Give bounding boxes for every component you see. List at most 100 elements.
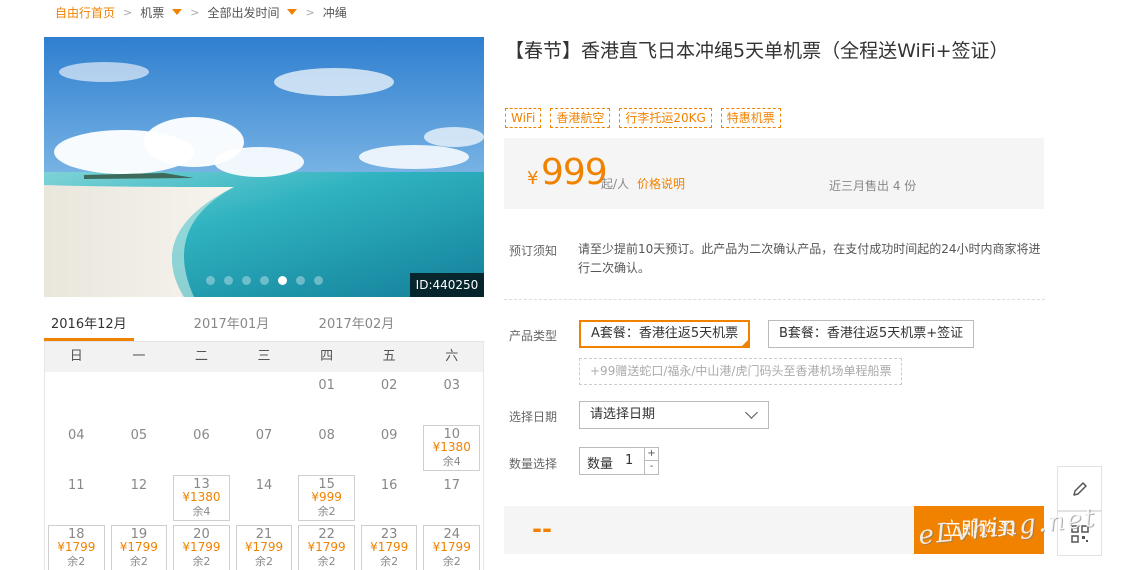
calendar-day: 06 — [170, 422, 233, 472]
calendar-day: 07 — [233, 422, 296, 472]
option-package-b[interactable]: B套餐：香港往返5天机票+签证 — [768, 320, 975, 348]
quantity-value[interactable]: 1 — [625, 453, 633, 468]
calendar-day — [45, 372, 108, 422]
currency-symbol: ¥ — [527, 168, 539, 189]
calendar-day: 02 — [358, 372, 421, 422]
day-remaining: 余2 — [129, 555, 148, 568]
calendar-day — [170, 372, 233, 422]
day-number: 01 — [318, 378, 335, 393]
weekday-label: 五 — [382, 349, 396, 364]
day-number: 06 — [193, 428, 210, 443]
quantity-stepper[interactable]: 数量 1 + - — [579, 447, 659, 475]
carousel-dot[interactable] — [205, 276, 215, 285]
breadcrumb-home-link[interactable]: 自由行首页 — [55, 4, 115, 21]
calendar-day-available[interactable]: 22 ¥1799 余2 — [295, 522, 358, 570]
day-remaining: 余2 — [380, 555, 399, 568]
tab-month-2016-12[interactable]: 2016年12月 — [44, 310, 134, 341]
weekday-header: 日 一 二 三 四 五 六 — [44, 342, 484, 372]
weekday-label: 二 — [194, 349, 208, 364]
tag-wifi: WiFi — [505, 108, 542, 128]
notice-label: 预订须知 — [509, 244, 558, 258]
calendar-day-available[interactable]: 18 ¥1799 余2 — [45, 522, 108, 570]
date-select-value: 请选择日期 — [590, 407, 656, 422]
carousel-dot[interactable] — [241, 276, 251, 285]
product-type-label: 产品类型 — [509, 329, 558, 343]
breadcrumb-separator-icon: > — [190, 5, 200, 19]
product-id-badge: ID:440250 — [410, 273, 484, 297]
price-box: ¥ 999 起/人 价格说明 近三月售出 4 份 — [504, 138, 1044, 209]
carousel-dot[interactable] — [295, 276, 305, 285]
day-number: 17 — [443, 478, 461, 493]
day-number: 14 — [255, 478, 273, 493]
calendar-day-available[interactable]: 19 ¥1799 余2 — [108, 522, 171, 570]
calendar-day: 05 — [108, 422, 171, 472]
calendar-day: 12 — [108, 472, 171, 522]
option-ferry-addon[interactable]: +99赠送蛇口/福永/中山港/虎门码头至香港机场单程船票 — [579, 358, 903, 385]
day-number: 09 — [380, 428, 398, 443]
weekday-label: 六 — [445, 349, 459, 364]
hero-image-carousel[interactable]: ID:440250 — [44, 37, 484, 297]
option-package-a[interactable]: A套餐：香港往返5天机票 — [579, 320, 751, 348]
month-tabs: 2016年12月 2017年01月 2017年02月 — [44, 310, 484, 342]
breadcrumb-item-flights[interactable]: 机票 — [140, 4, 164, 21]
weekday-label: 四 — [320, 349, 334, 364]
calendar-week-row: 01 02 03 — [45, 372, 483, 422]
day-price: ¥1380 — [182, 490, 221, 504]
day-number: 02 — [380, 378, 398, 393]
price-value: 999 — [541, 152, 608, 193]
breadcrumb-item-okinawa: 冲绳 — [322, 5, 347, 20]
breadcrumb: 自由行首页 > 机票 > 全部出发时间 > 冲绳 — [55, 4, 347, 20]
calendar-day: 16 — [358, 472, 421, 522]
carousel-dot[interactable] — [259, 276, 269, 285]
price-calendar: 2016年12月 2017年01月 2017年02月 日 一 二 三 四 五 六… — [44, 310, 484, 570]
quantity-decrease-button[interactable]: - — [644, 461, 658, 474]
total-price: -- — [532, 515, 552, 543]
day-number: 04 — [68, 428, 85, 443]
calendar-day-available[interactable]: 15 ¥999 余2 — [295, 472, 358, 522]
weekday-label: 三 — [257, 349, 271, 364]
day-remaining: 余2 — [192, 555, 211, 568]
carousel-dot[interactable] — [277, 276, 287, 285]
chevron-down-icon — [745, 406, 758, 419]
calendar-day-available[interactable]: 21 ¥1799 余2 — [233, 522, 296, 570]
day-number: 08 — [318, 428, 335, 443]
calendar-day: 11 — [45, 472, 108, 522]
caret-down-icon[interactable] — [172, 9, 183, 15]
price-explain-link[interactable]: 价格说明 — [637, 175, 685, 192]
beach-photo — [44, 37, 484, 297]
breadcrumb-item-departure-time[interactable]: 全部出发时间 — [207, 4, 279, 21]
day-price: ¥1799 — [370, 540, 409, 554]
date-label: 选择日期 — [509, 410, 558, 424]
day-number: 05 — [130, 428, 148, 443]
day-remaining: 余2 — [255, 555, 274, 568]
breadcrumb-separator-icon: > — [305, 5, 315, 19]
caret-down-icon[interactable] — [287, 9, 298, 15]
day-price: ¥1799 — [307, 540, 346, 554]
tab-month-2017-01[interactable]: 2017年01月 — [169, 310, 294, 341]
day-price: ¥1380 — [432, 440, 471, 454]
day-price: ¥1799 — [432, 540, 471, 554]
calendar-day-available[interactable]: 24 ¥1799 余2 — [420, 522, 483, 570]
day-number: 12 — [130, 478, 148, 493]
calendar-day: 03 — [420, 372, 483, 422]
divider — [504, 299, 1045, 300]
calendar-day-available[interactable]: 20 ¥1799 余2 — [170, 522, 233, 570]
calendar-day-available[interactable]: 23 ¥1799 余2 — [358, 522, 421, 570]
calendar-day-available[interactable]: 10 ¥1380 余4 — [420, 422, 483, 472]
carousel-dot[interactable] — [313, 276, 323, 285]
product-title: 【春节】香港直飞日本冲绳5天单机票（全程送WiFi+签证） — [505, 40, 1009, 62]
calendar-day: 17 — [420, 472, 483, 522]
calendar-grid: 01 02 03 04 05 06 07 08 09 10 ¥1380 余4 11 12 13 ¥1380 余4… — [44, 372, 484, 570]
day-number: 07 — [255, 428, 273, 443]
quantity-increase-button[interactable]: + — [644, 448, 658, 461]
day-price: ¥1799 — [119, 540, 158, 554]
tab-month-2017-02[interactable]: 2017年02月 — [294, 310, 419, 341]
day-remaining: 余2 — [442, 555, 461, 568]
date-select[interactable]: 请选择日期 — [579, 401, 769, 429]
carousel-dot[interactable] — [223, 276, 233, 285]
day-remaining: 余2 — [317, 555, 336, 568]
weekday-label: 一 — [132, 349, 146, 364]
calendar-day-available[interactable]: 13 ¥1380 余4 — [170, 472, 233, 522]
quantity-label: 数量选择 — [509, 457, 558, 471]
calendar-day: 01 — [295, 372, 358, 422]
